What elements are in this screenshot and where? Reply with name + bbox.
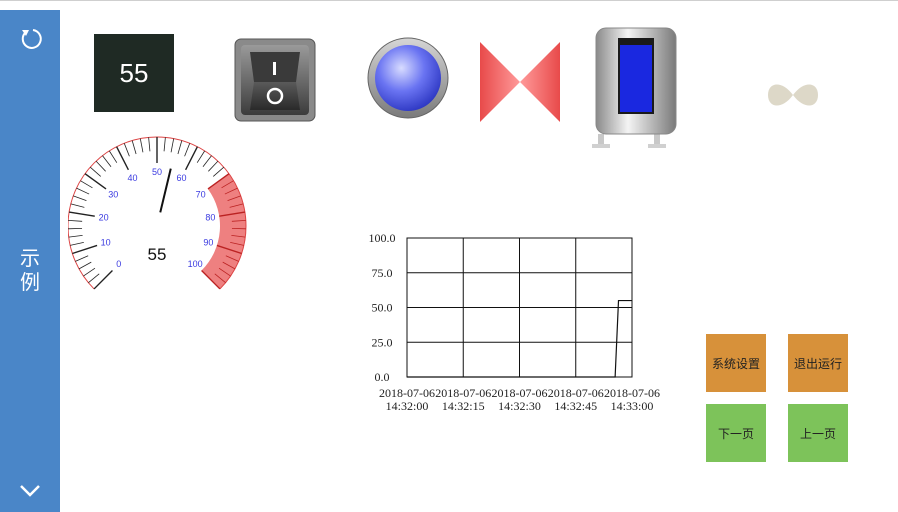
gauge-label: 10 xyxy=(101,238,111,248)
gauge-tick xyxy=(84,173,107,190)
gauge-tick xyxy=(95,160,106,172)
gauge-tick xyxy=(102,155,112,167)
valve-icon xyxy=(480,42,560,122)
gauge-label: 100 xyxy=(188,259,203,269)
gauge-tick xyxy=(208,160,219,172)
prev-page-label: 上一页 xyxy=(799,426,836,441)
tank-icon xyxy=(592,27,677,148)
gauge-tick xyxy=(163,137,166,152)
chart-xtick-label: 2018-07-06 14:32:45 xyxy=(548,386,604,413)
on-mark-icon xyxy=(273,62,276,75)
system-settings-button[interactable]: 系统设置 xyxy=(706,334,766,392)
gauge-label: 70 xyxy=(196,189,206,199)
gauge-tick xyxy=(75,255,89,262)
chart-ytick-label: 50.0 xyxy=(372,301,393,315)
gauge-tick xyxy=(202,155,212,167)
gauge-label: 20 xyxy=(99,213,109,223)
gauge-tick xyxy=(70,241,84,246)
chart-xtick-label: 2018-07-06 14:32:30 xyxy=(492,386,548,413)
numeric-display: 55 xyxy=(94,34,174,112)
gauge-tick xyxy=(212,166,225,177)
chart-ytick-label: 0.0 xyxy=(375,370,390,384)
gauge-tick xyxy=(89,166,102,177)
gauge-label: 80 xyxy=(205,213,215,223)
gauge: 0 10 20 30 40 50 60 70 80 90 100 55 xyxy=(68,136,247,290)
exit-run-label: 退出运行 xyxy=(793,356,842,371)
indicator-light xyxy=(367,37,449,119)
chart-ytick-label: 100.0 xyxy=(369,231,396,245)
exit-run-button[interactable]: 退出运行 xyxy=(788,334,848,392)
gauge-label: 60 xyxy=(177,173,187,183)
gauge-tick xyxy=(184,143,191,157)
gauge-tick xyxy=(196,150,206,163)
fan-icon xyxy=(768,84,818,106)
gauge-tick xyxy=(73,195,87,201)
chart-xtick-label: 2018-07-06 14:32:00 xyxy=(379,386,435,413)
sidebar-title-char-2: 例 xyxy=(20,270,40,294)
gauge-tick xyxy=(123,143,130,157)
trend-chart: 100.075.050.025.00.0 2018-07-06 14:32:002… xyxy=(369,231,661,413)
gauge-tick xyxy=(78,261,92,270)
rocker-switch[interactable] xyxy=(234,38,316,122)
gauge-tick xyxy=(68,220,83,222)
gauge-tick xyxy=(68,211,95,217)
gauge-label: 40 xyxy=(127,173,137,183)
numeric-display-value: 55 xyxy=(119,57,149,88)
gauge-tick xyxy=(93,270,113,290)
gauge-tick xyxy=(108,150,118,163)
gauge-tick xyxy=(131,140,137,155)
sidebar-title-char-1: 示 xyxy=(20,246,40,270)
tank-level xyxy=(620,45,652,112)
sidebar: 示 例 xyxy=(0,10,60,512)
gauge-tick xyxy=(72,244,98,255)
gauge-tick xyxy=(148,137,151,152)
chart-xtick-label: 2018-07-06 14:32:15 xyxy=(435,386,491,413)
chart-ytick-label: 25.0 xyxy=(372,335,393,349)
gauge-tick xyxy=(139,138,144,153)
sidebar-title: 示 例 xyxy=(18,246,42,294)
top-border xyxy=(0,0,898,1)
gauge-tick xyxy=(88,273,100,284)
refresh-icon[interactable] xyxy=(18,26,44,52)
gauge-label: 30 xyxy=(108,189,118,199)
gauge-label: 50 xyxy=(152,167,162,177)
system-settings-label: 系统设置 xyxy=(711,356,760,371)
chart-ytick-label: 75.0 xyxy=(372,266,393,280)
gauge-tick xyxy=(170,138,175,153)
gauge-tick xyxy=(177,140,183,155)
gauge-tick xyxy=(70,203,85,208)
gauge-tick xyxy=(68,235,83,238)
chart-xtick-label: 2018-07-06 14:33:00 xyxy=(604,386,660,413)
chevron-down-icon[interactable] xyxy=(19,482,41,498)
next-page-label: 下一页 xyxy=(717,426,754,441)
gauge-label: 90 xyxy=(203,238,213,248)
gauge-tick xyxy=(80,180,93,189)
gauge-tick xyxy=(76,187,90,195)
next-page-button[interactable]: 下一页 xyxy=(706,404,766,462)
gauge-value: 55 xyxy=(148,245,167,264)
prev-page-button[interactable]: 上一页 xyxy=(788,404,848,462)
gauge-label: 0 xyxy=(116,259,121,269)
gauge-tick xyxy=(83,267,96,277)
